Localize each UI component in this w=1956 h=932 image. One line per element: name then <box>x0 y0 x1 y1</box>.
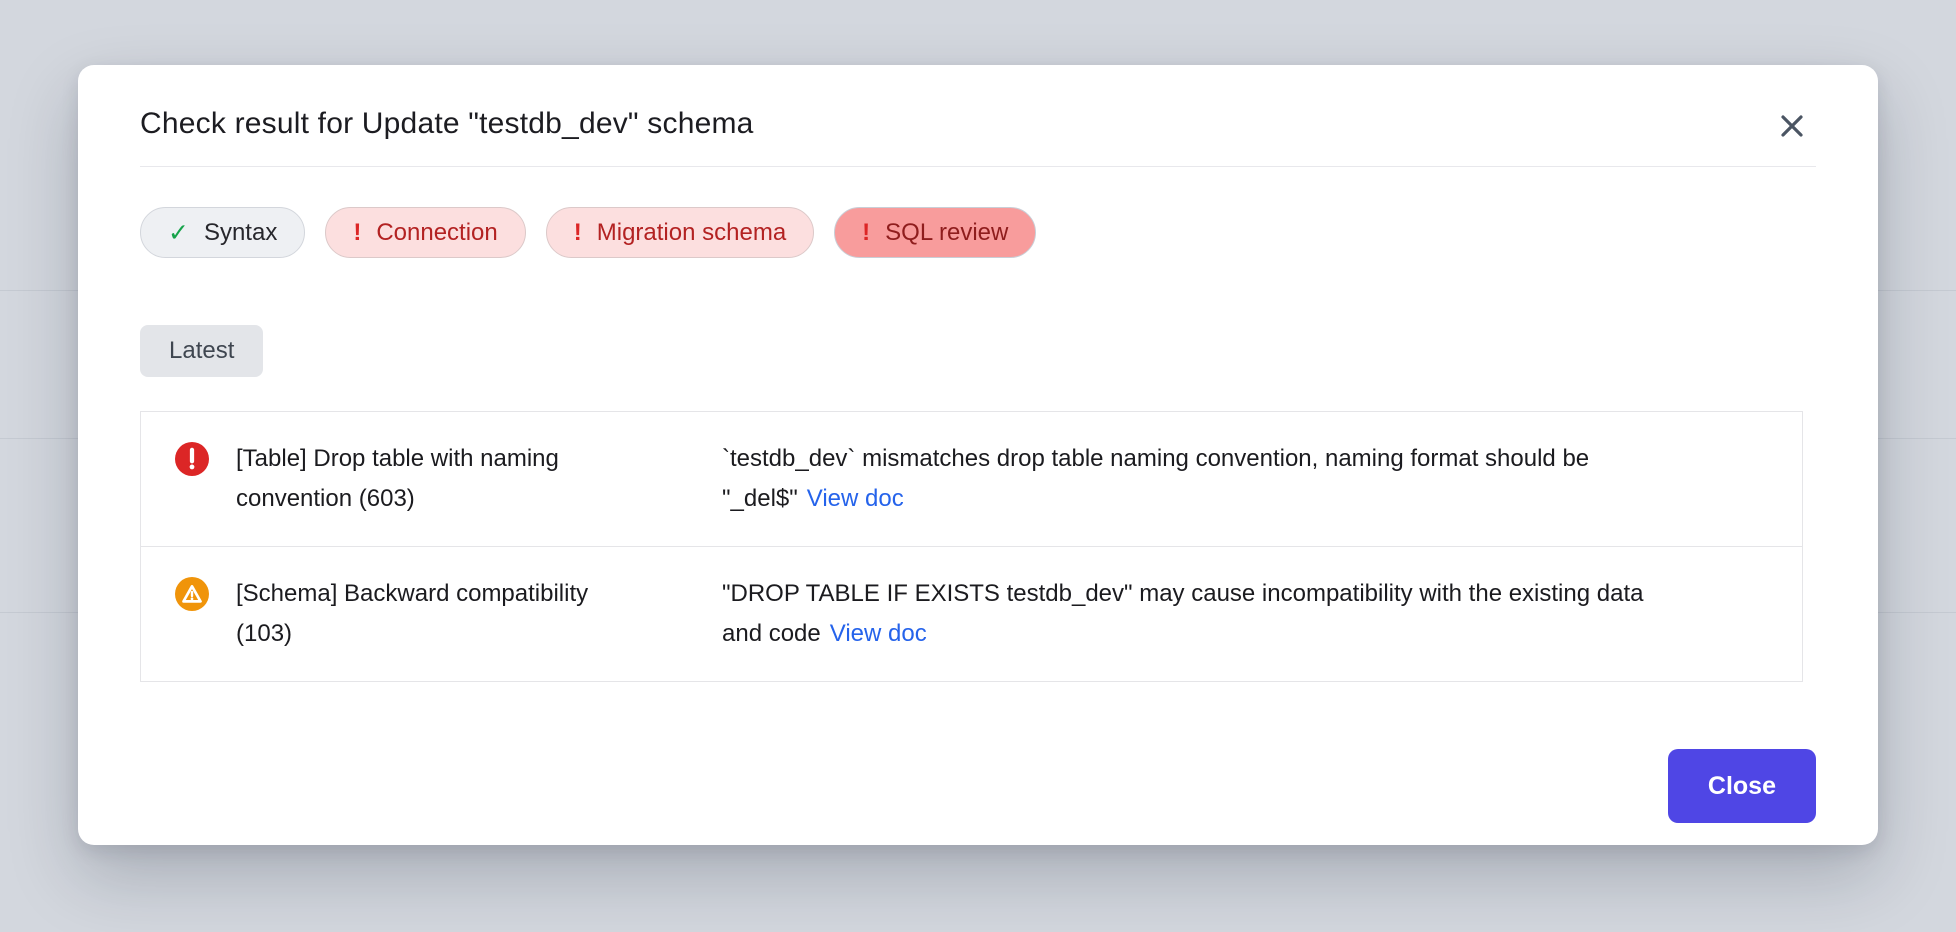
error-icon <box>175 442 209 476</box>
close-button[interactable]: Close <box>1668 749 1816 823</box>
tab-label: Migration schema <box>597 219 786 247</box>
table-row: [Table] Drop table with naming conventio… <box>141 412 1802 546</box>
view-doc-link[interactable]: View doc <box>830 620 927 647</box>
rule-name: [Table] Drop table with naming conventio… <box>209 439 722 519</box>
tab-connection[interactable]: ! Connection <box>325 207 525 258</box>
check-result-dialog: Check result for Update "testdb_dev" sch… <box>78 65 1878 845</box>
tab-label: Connection <box>376 219 497 247</box>
table-row: [Schema] Backward compatibility (103) "D… <box>141 546 1802 681</box>
close-dialog-button[interactable] <box>1772 107 1812 147</box>
close-icon <box>1775 109 1809 146</box>
tab-migration-schema[interactable]: ! Migration schema <box>546 207 814 258</box>
tab-sql-review[interactable]: ! SQL review <box>834 207 1036 258</box>
header-divider <box>140 166 1816 167</box>
tab-label: SQL review <box>885 219 1008 247</box>
check-status-tabs: ✓ Syntax ! Connection ! Migration schema… <box>140 207 1816 258</box>
sql-review-result-table: [Table] Drop table with naming conventio… <box>140 411 1803 682</box>
exclamation-icon: ! <box>574 219 582 247</box>
rule-name: [Schema] Backward compatibility (103) <box>209 574 722 654</box>
dialog-footer: Close <box>140 749 1816 823</box>
dialog-title: Check result for Update "testdb_dev" sch… <box>140 107 1816 141</box>
version-latest-chip[interactable]: Latest <box>140 325 263 377</box>
warning-icon <box>175 577 209 611</box>
dialog-header: Check result for Update "testdb_dev" sch… <box>140 107 1816 141</box>
check-icon: ✓ <box>168 218 189 248</box>
tab-label: Syntax <box>204 219 277 247</box>
tab-syntax[interactable]: ✓ Syntax <box>140 207 305 258</box>
rule-message: "DROP TABLE IF EXISTS testdb_dev" may ca… <box>722 574 1682 654</box>
view-doc-link[interactable]: View doc <box>807 485 904 512</box>
rule-message: `testdb_dev` mismatches drop table namin… <box>722 439 1682 519</box>
exclamation-icon: ! <box>353 219 361 247</box>
exclamation-icon: ! <box>862 219 870 247</box>
